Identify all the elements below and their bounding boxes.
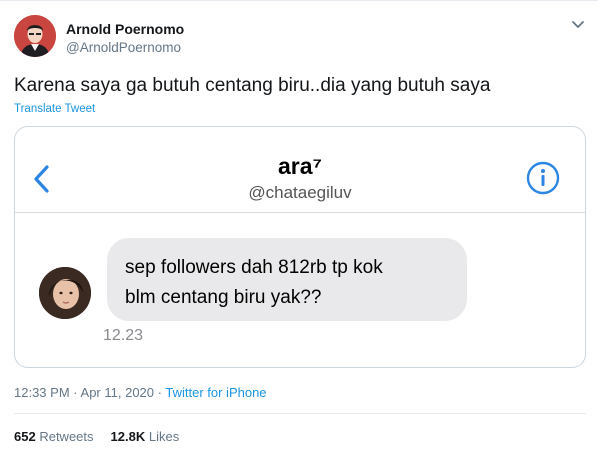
author-avatar[interactable]	[14, 15, 56, 57]
chat-avatar	[39, 267, 91, 319]
meta-separator-2: ·	[157, 385, 162, 400]
message-line-1: sep followers dah 812rb tp kok	[125, 257, 383, 278]
tweet-stats: 652 Retweets 12.8K Likes	[14, 429, 179, 444]
tweet-source-link[interactable]: Twitter for iPhone	[165, 385, 266, 400]
embedded-chat-screenshot[interactable]: ara⁷ @chataegiluv sep followers dah 812r…	[14, 126, 586, 368]
info-icon	[526, 161, 560, 195]
message-timestamp: 12.23	[103, 327, 144, 344]
tweet-time[interactable]: 12:33 PM	[14, 385, 70, 400]
message-line-2: blm centang biru yak??	[125, 287, 322, 308]
chat-contact-name: ara⁷	[277, 153, 323, 179]
retweets-count: 652	[14, 429, 36, 444]
top-divider	[0, 0, 598, 1]
meta-separator-1: ·	[73, 385, 78, 400]
tweet-date[interactable]: Apr 11, 2020	[81, 385, 154, 400]
chevron-down-icon[interactable]	[568, 14, 588, 34]
translate-tweet-link[interactable]: Translate Tweet	[14, 103, 95, 115]
likes-label: Likes	[148, 429, 180, 444]
stats-divider	[14, 413, 586, 414]
tweet-text: Karena saya ga butuh centang biru..dia y…	[14, 75, 491, 96]
author-name[interactable]: Arnold Poernomo	[66, 21, 184, 37]
retweets-stat[interactable]: 652 Retweets	[14, 429, 94, 444]
likes-stat[interactable]: 12.8K Likes	[111, 429, 180, 444]
author-handle[interactable]: @ArnoldPoernomo	[66, 40, 181, 55]
likes-count: 12.8K	[110, 429, 146, 444]
chat-contact-handle: @chataegiluv	[248, 183, 352, 202]
chat-header-divider	[15, 212, 585, 213]
message-bubble: sep followers dah 812rb tp kok blm centa…	[107, 238, 467, 321]
retweets-label: Retweets	[39, 429, 94, 444]
tweet-meta: 12:33 PM · Apr 11, 2020 · Twitter for iP…	[14, 385, 267, 400]
